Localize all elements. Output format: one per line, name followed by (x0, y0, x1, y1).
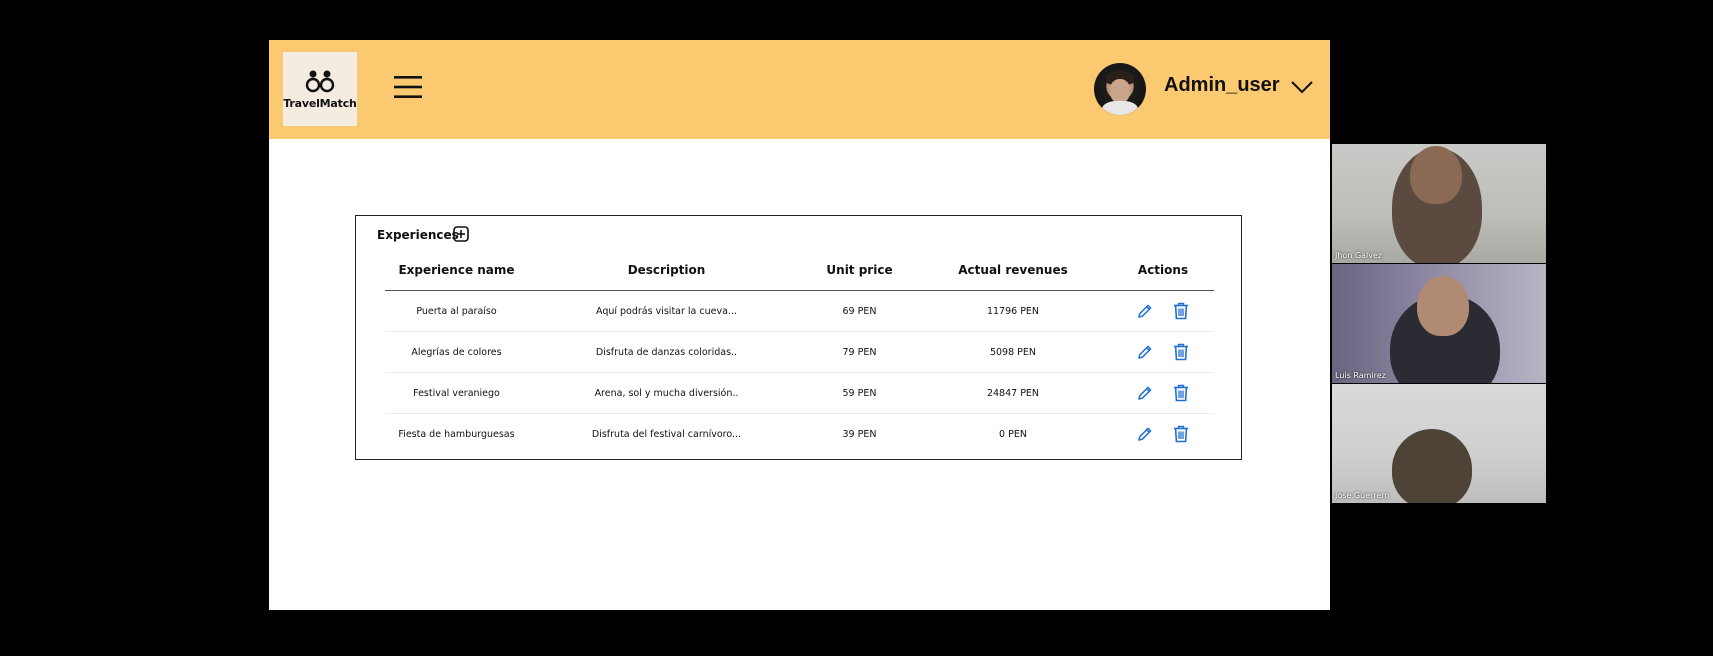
actual-revenue: 5098 PEN (989, 346, 1037, 358)
username[interactable]: Admin_user (1164, 74, 1280, 97)
experience-description: Disfruta de danzas coloridas.. (595, 346, 738, 358)
column-header-actions: Actions (1137, 263, 1189, 277)
experiences-panel: Experiences Experience name Description … (355, 215, 1242, 460)
column-header-price: Unit price (826, 263, 893, 277)
participant-face (1410, 146, 1462, 204)
edit-icon[interactable] (1137, 385, 1153, 401)
edit-icon[interactable] (1137, 426, 1153, 442)
participant-name: Jose Guerrero (1335, 491, 1390, 500)
trash-icon[interactable] (1173, 343, 1189, 361)
participant-face (1417, 276, 1469, 336)
trash-icon[interactable] (1173, 425, 1189, 443)
participant-name: Luis Ramirez (1335, 371, 1386, 380)
actual-revenue: 11796 PEN (986, 305, 1040, 317)
actual-revenue: 24847 PEN (986, 387, 1040, 399)
column-header-name: Experience name (398, 263, 515, 277)
trash-icon[interactable] (1173, 384, 1189, 402)
table-row: Festival veraniego Arena, sol y mucha di… (385, 373, 1214, 414)
table-row: Fiesta de hamburguesas Disfruta del fest… (385, 414, 1214, 454)
app-screen: TravelMatch Admin_user Experiences Exper… (269, 40, 1330, 610)
top-bar: TravelMatch Admin_user (269, 40, 1330, 139)
logo-text: TravelMatch (283, 96, 357, 110)
chevron-down-icon[interactable] (1291, 80, 1313, 94)
edit-icon[interactable] (1137, 303, 1153, 319)
unit-price: 69 PEN (842, 305, 877, 317)
logo[interactable]: TravelMatch (283, 52, 357, 126)
unit-price: 59 PEN (842, 387, 877, 399)
actual-revenue: 0 PEN (999, 428, 1027, 440)
trash-icon[interactable] (1173, 302, 1189, 320)
table-row: Alegrías de colores Disfruta de danzas c… (385, 332, 1214, 373)
participant-video[interactable]: Luis Ramirez (1332, 264, 1546, 383)
experience-description: Arena, sol y mucha diversión.. (594, 387, 739, 399)
participant-name: Jhon Galvez (1335, 251, 1383, 260)
unit-price: 79 PEN (842, 346, 877, 358)
avatar[interactable] (1094, 63, 1146, 115)
hamburger-menu-icon[interactable] (393, 74, 423, 100)
link-logo-icon (305, 70, 335, 92)
column-header-revenue: Actual revenues (958, 263, 1068, 277)
experience-description: Disfruta del festival carnívoro... (591, 428, 742, 440)
experience-name: Fiesta de hamburguesas (398, 428, 515, 440)
row-actions (1112, 343, 1214, 361)
column-header-description: Description (627, 263, 706, 277)
experience-description: Aquí podrás visitar la cueva... (595, 305, 737, 317)
participants-panel: Jhon Galvez Luis Ramirez Jose Guerrero (1332, 144, 1546, 504)
row-actions (1112, 384, 1214, 402)
add-icon[interactable] (453, 226, 469, 242)
table-header: Experience name Description Unit price A… (385, 250, 1214, 291)
experience-name: Alegrías de colores (411, 346, 502, 358)
table-row: Puerta al paraíso Aquí podrás visitar la… (385, 291, 1214, 332)
participant-video[interactable]: Jose Guerrero (1332, 384, 1546, 503)
experience-name: Puerta al paraíso (416, 305, 497, 317)
edit-icon[interactable] (1137, 344, 1153, 360)
participant-silhouette (1392, 429, 1472, 503)
experience-name: Festival veraniego (413, 387, 500, 399)
panel-title: Experiences (377, 228, 459, 242)
unit-price: 39 PEN (842, 428, 877, 440)
experiences-table: Experience name Description Unit price A… (385, 250, 1214, 454)
row-actions (1112, 302, 1214, 320)
row-actions (1112, 425, 1214, 443)
participant-video[interactable]: Jhon Galvez (1332, 144, 1546, 263)
